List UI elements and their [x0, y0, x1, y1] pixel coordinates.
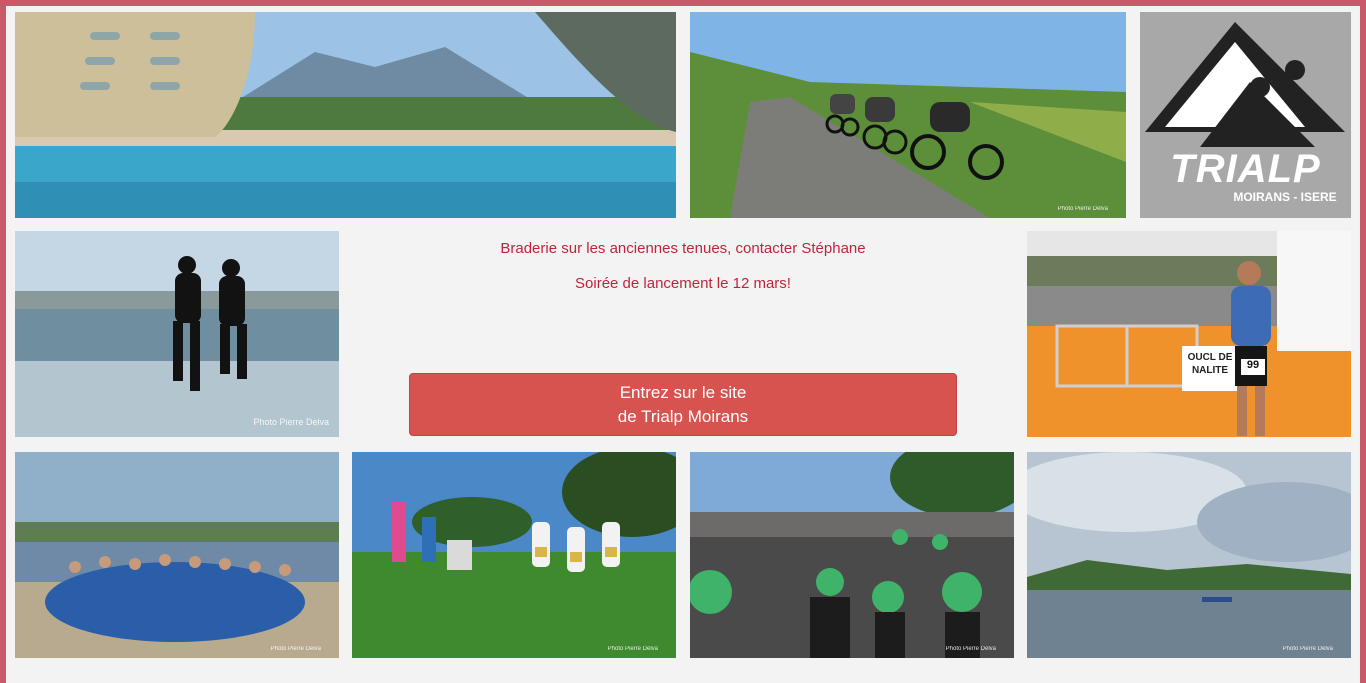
enter-site-line1: Entrez sur le site [619, 382, 747, 402]
race-bib: 99 [1241, 359, 1265, 375]
photo-cyclists-road: Photo Pierre Delva [690, 12, 1126, 218]
photo-credit: Photo Pierre Delva [607, 646, 658, 652]
photo-athletes-running-grass: Photo Pierre Delva [352, 452, 676, 658]
photo-credit: Photo Pierre Delva [253, 417, 329, 427]
photo-credit: Photo Pierre Delva [270, 646, 321, 652]
announcement-soiree: Soirée de lancement le 12 mars! [575, 275, 791, 292]
trialp-logo: TRIALP MOIRANS - ISERE [1140, 12, 1351, 218]
enter-site-line2: de Trialp Moirans [617, 406, 749, 426]
photo-club-group: Photo Pierre Delva [15, 452, 339, 658]
photo-swimmers-start-crowd: Photo Pierre Delva [690, 452, 1014, 658]
sign-text: OUCL DE NALITE [1187, 352, 1233, 376]
logo-subtitle: MOIRANS - ISERE [1233, 190, 1337, 204]
photo-lake-swim: Photo Pierre Delva [1027, 452, 1351, 658]
announcement-braderie: Braderie sur les anciennes tenues, conta… [500, 240, 866, 257]
photo-credit: Photo Pierre Delva [1057, 206, 1108, 212]
photo-credit: Photo Pierre Delva [945, 646, 996, 652]
photo-swimming-pool [15, 12, 676, 218]
logo-name: TRIALP [1170, 147, 1321, 191]
photo-credit: Photo Pierre Delva [1282, 646, 1333, 652]
photo-runner-transition: OUCL DE NALITE 99 [1027, 231, 1351, 437]
enter-site-button[interactable]: Entrez sur le site de Trialp Moirans [409, 373, 957, 436]
photo-swimmers-exiting-lake: Photo Pierre Delva [15, 231, 339, 437]
